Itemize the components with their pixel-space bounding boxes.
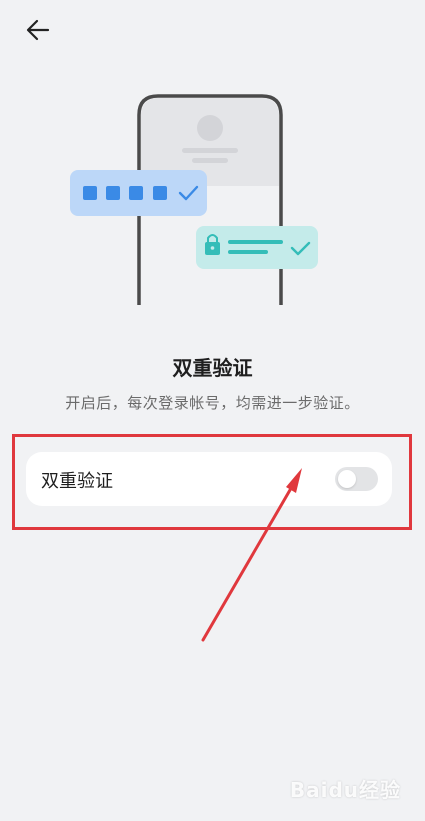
two-factor-toggle[interactable] [335,467,378,491]
watermark: Baidu经验 [289,778,401,802]
page-title: 双重验证 [172,356,253,380]
avatar-placeholder [197,115,223,141]
toggle-knob [338,470,356,488]
setting-label: 双重验证 [41,471,113,492]
two-factor-illustration [70,94,318,305]
two-factor-setting-row[interactable]: 双重验证 [26,452,392,506]
page-description: 开启后，每次登录帐号，均需进一步验证。 [65,394,360,412]
